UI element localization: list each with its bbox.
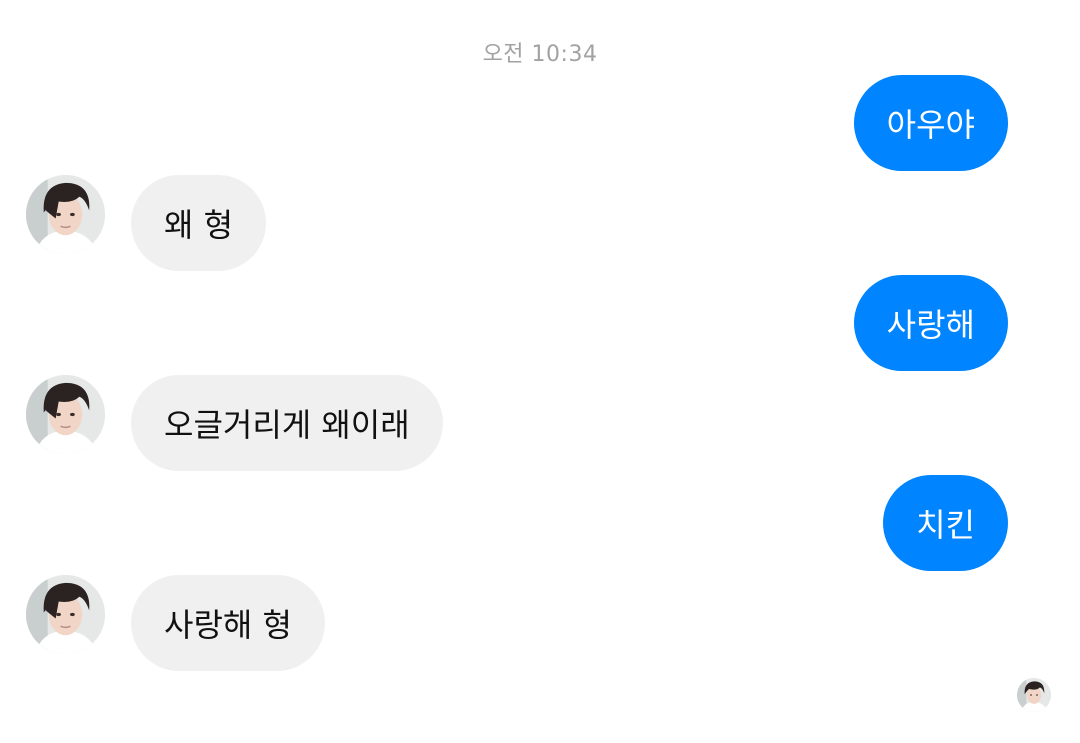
outgoing-message-bubble[interactable]: 아우야 (853, 75, 1008, 171)
contact-avatar[interactable] (26, 575, 105, 654)
chat-thread: 오전 10:34 아우야 왜 형 사랑해 오글거리게 왜이래 치킨 사랑해 형 (0, 0, 1080, 743)
message-row-outgoing: 사랑해 (0, 275, 1080, 371)
message-row-outgoing: 아우야 (0, 75, 1080, 171)
seen-avatar-icon (1017, 678, 1051, 712)
message-row-incoming: 사랑해 형 (0, 575, 1080, 671)
message-row-incoming: 오글거리게 왜이래 (0, 375, 1080, 471)
message-row-outgoing: 치킨 (0, 475, 1080, 571)
outgoing-message-bubble[interactable]: 사랑해 (853, 275, 1008, 371)
contact-avatar[interactable] (26, 175, 105, 254)
avatar-photo-icon (1017, 678, 1051, 712)
message-row-incoming: 왜 형 (0, 175, 1080, 271)
contact-avatar[interactable] (26, 375, 105, 454)
incoming-message-bubble[interactable]: 오글거리게 왜이래 (131, 375, 443, 471)
avatar-photo-icon (26, 375, 105, 454)
avatar-photo-icon (26, 575, 105, 654)
incoming-message-bubble[interactable]: 왜 형 (131, 175, 267, 271)
avatar-photo-icon (26, 175, 105, 254)
outgoing-message-bubble[interactable]: 치킨 (883, 475, 1008, 571)
message-timestamp: 오전 10:34 (482, 42, 598, 67)
incoming-message-bubble[interactable]: 사랑해 형 (131, 575, 325, 671)
